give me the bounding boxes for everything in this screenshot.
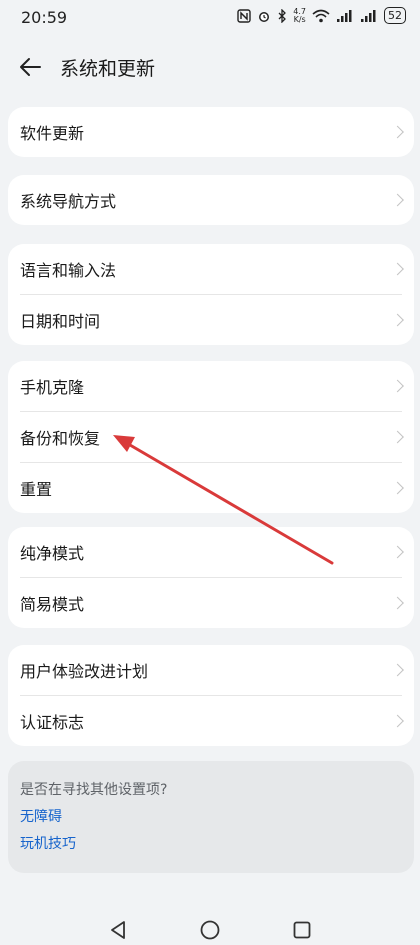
pure-mode-item[interactable]: 纯净模式 xyxy=(8,527,414,577)
settings-group-update: 软件更新 xyxy=(8,107,414,157)
suggestion-question: 是否在寻找其他设置项? xyxy=(20,782,168,798)
date-time-label: 日期和时间 xyxy=(20,312,101,331)
status-icons: 4.7 K/s 52 xyxy=(237,7,406,24)
chevron-right-icon xyxy=(391,379,404,393)
language-input-label: 语言和输入法 xyxy=(20,261,117,280)
pure-mode-label: 纯净模式 xyxy=(20,544,85,563)
triangle-back-icon xyxy=(111,921,125,939)
network-speed: 4.7 K/s xyxy=(293,7,306,24)
date-time-item[interactable]: 日期和时间 xyxy=(8,295,414,345)
suggestion-box: 是否在寻找其他设置项? 无障碍 玩机技巧 xyxy=(8,761,414,873)
circle-home-icon xyxy=(200,920,220,940)
settings-group-experience: 用户体验改进计划 认证标志 xyxy=(8,645,414,746)
nfc-icon xyxy=(237,8,251,23)
network-speed-unit: K/s xyxy=(293,14,306,24)
software-update-label: 软件更新 xyxy=(20,124,85,143)
battery-indicator: 52 xyxy=(384,7,406,24)
status-bar: 20:59 4.7 K/s 52 xyxy=(0,0,420,34)
back-arrow-icon xyxy=(20,58,41,76)
backup-restore-item[interactable]: 备份和恢复 xyxy=(8,412,414,462)
software-update-item[interactable]: 软件更新 xyxy=(8,107,414,157)
settings-group-language: 语言和输入法 日期和时间 xyxy=(8,244,414,345)
backup-restore-label: 备份和恢复 xyxy=(20,429,101,448)
chevron-right-icon xyxy=(391,125,404,139)
page-title: 系统和更新 xyxy=(60,58,156,80)
tips-link[interactable]: 玩机技巧 xyxy=(20,833,76,853)
settings-group-navigation: 系统导航方式 xyxy=(8,175,414,225)
chevron-right-icon xyxy=(391,262,404,276)
user-experience-label: 用户体验改进计划 xyxy=(20,662,149,681)
system-navigation-item[interactable]: 系统导航方式 xyxy=(8,175,414,225)
chevron-right-icon xyxy=(391,663,404,677)
wifi-icon xyxy=(312,9,330,22)
settings-group-modes: 纯净模式 简易模式 xyxy=(8,527,414,628)
chevron-right-icon xyxy=(391,313,404,327)
reset-label: 重置 xyxy=(20,480,53,499)
alarm-icon xyxy=(259,11,270,22)
system-nav-bar xyxy=(0,912,420,942)
page-header: 系统和更新 xyxy=(0,40,420,96)
chevron-right-icon xyxy=(391,481,404,495)
chevron-right-icon xyxy=(391,545,404,559)
certification-label: 认证标志 xyxy=(20,713,85,732)
language-input-item[interactable]: 语言和输入法 xyxy=(8,244,414,294)
nav-home-button[interactable] xyxy=(199,919,221,941)
status-time: 20:59 xyxy=(21,8,68,27)
signal-icon xyxy=(337,9,352,22)
chevron-right-icon xyxy=(391,714,404,728)
nav-back-button[interactable] xyxy=(107,919,129,941)
chevron-right-icon xyxy=(391,193,404,207)
nav-recent-button[interactable] xyxy=(291,919,313,941)
chevron-right-icon xyxy=(391,596,404,610)
simple-mode-label: 简易模式 xyxy=(20,595,85,614)
chevron-right-icon xyxy=(391,430,404,444)
simple-mode-item[interactable]: 简易模式 xyxy=(8,578,414,628)
phone-clone-item[interactable]: 手机克隆 xyxy=(8,361,414,411)
signal-icon xyxy=(361,9,376,22)
bluetooth-icon xyxy=(278,8,287,23)
accessibility-link[interactable]: 无障碍 xyxy=(20,806,62,826)
back-button[interactable] xyxy=(16,52,46,82)
square-recent-icon xyxy=(293,921,311,939)
settings-group-backup: 手机克隆 备份和恢复 重置 xyxy=(8,361,414,513)
certification-item[interactable]: 认证标志 xyxy=(8,696,414,746)
reset-item[interactable]: 重置 xyxy=(8,463,414,513)
user-experience-item[interactable]: 用户体验改进计划 xyxy=(8,645,414,695)
system-navigation-label: 系统导航方式 xyxy=(20,192,117,211)
phone-clone-label: 手机克隆 xyxy=(20,378,85,397)
